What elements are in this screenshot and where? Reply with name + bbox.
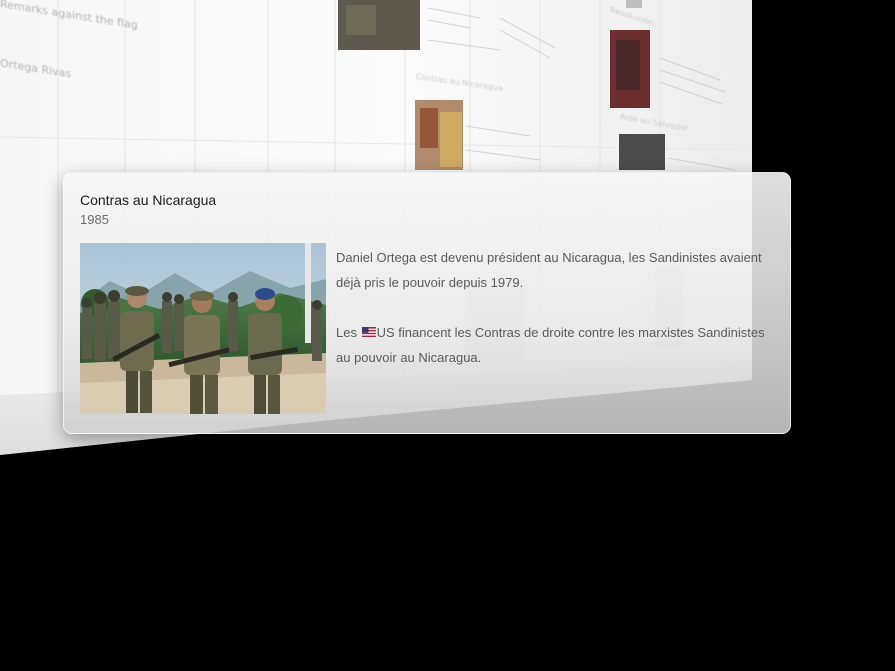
country-label: US <box>376 325 395 340</box>
event-detail-card[interactable]: Contras au Nicaragua 1985 Daniel Ortega … <box>63 172 791 434</box>
paragraph-rest: financent les Contras de droite contre l… <box>336 325 765 365</box>
vr-scene: Remarks against the flag Ortega Rivas Co… <box>0 0 895 671</box>
us-flag-icon <box>361 327 376 338</box>
soldiers-photo-icon <box>80 243 326 414</box>
event-description-paragraph: Les US financent les Contras de droite c… <box>336 320 776 370</box>
event-year: 1985 <box>80 212 109 227</box>
event-description: Daniel Ortega est devenu président au Ni… <box>336 245 776 395</box>
event-photo <box>80 243 326 414</box>
wall-thumbnail <box>619 134 665 170</box>
paragraph-prefix: Les <box>336 325 357 340</box>
event-description-paragraph: Daniel Ortega est devenu président au Ni… <box>336 250 762 290</box>
event-title: Contras au Nicaragua <box>80 192 217 208</box>
